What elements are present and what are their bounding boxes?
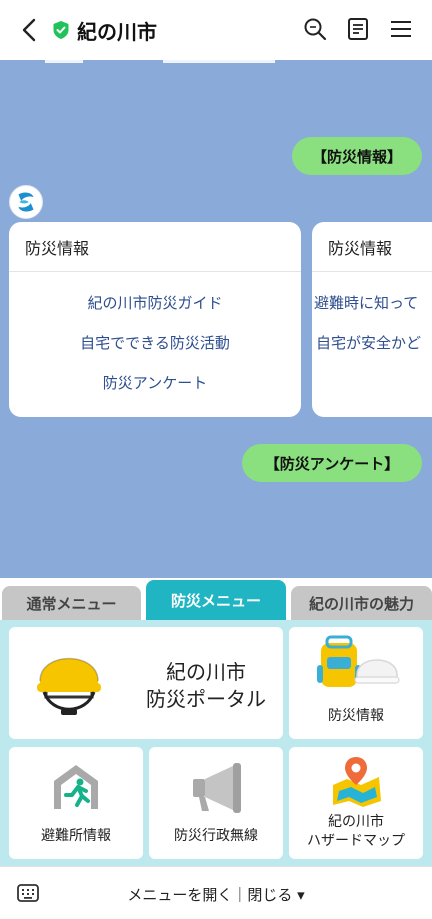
rich-menu-tabs: 通常メニュー 防災メニュー 紀の川市の魅力	[0, 578, 432, 620]
flex-message-card: 防災情報 紀の川市防災ガイド 自宅でできる防災活動 防災アンケート	[9, 222, 301, 417]
hazard-map-label-line2: ハザードマップ	[307, 833, 405, 849]
chat-highlight	[163, 60, 275, 63]
menu-toggle-button[interactable]: メニューを開く｜閉じる ▾	[0, 884, 432, 905]
bottom-bar: メニューを開く｜閉じる ▾	[0, 866, 432, 919]
message-bubble[interactable]: 【防災アンケート】	[242, 444, 422, 482]
megaphone-icon	[193, 763, 241, 813]
portal-title-line2: 防災ポータル	[146, 687, 266, 711]
hazard-map-icon	[333, 757, 381, 807]
tab-disaster-menu[interactable]: 防災メニュー	[146, 580, 286, 620]
back-arrow-icon[interactable]	[18, 16, 42, 44]
portal-title-line1: 紀の川市	[166, 660, 246, 684]
header-bar: 紀の川市	[0, 0, 432, 60]
shelter-info-label: 避難所情報	[41, 828, 111, 844]
flex-message-card: 防災情報 避難時に知って 自宅が安全かど	[312, 222, 432, 417]
card-title: 防災情報	[9, 222, 301, 272]
chat-area[interactable]: 【防災情報】 防災情報 紀の川市防災ガイド 自宅でできる防災活動 防災アンケート…	[0, 60, 432, 578]
disaster-portal-button[interactable]: 紀の川市 防災ポータル	[9, 627, 283, 739]
shelter-info-button[interactable]: 避難所情報	[9, 747, 143, 859]
emergency-kit-icon	[317, 635, 400, 687]
card-title: 防災情報	[312, 222, 432, 272]
rich-menu-panel: 紀の川市 防災ポータル 防災情報 避難所情報 防災行政無線 紀の川市 ハザードマ…	[0, 620, 432, 866]
disaster-info-button[interactable]: 防災情報	[289, 627, 423, 739]
chat-title: 紀の川市	[77, 20, 157, 44]
message-bubble[interactable]: 【防災情報】	[292, 137, 422, 175]
tab-normal-menu[interactable]: 通常メニュー	[2, 586, 141, 620]
search-icon[interactable]	[302, 16, 328, 42]
notes-icon[interactable]	[345, 16, 371, 42]
disaster-info-label: 防災情報	[328, 708, 384, 724]
verified-shield-icon	[53, 21, 69, 39]
card-link[interactable]: 避難時に知って	[312, 282, 432, 322]
hazard-map-button[interactable]: 紀の川市 ハザードマップ	[289, 747, 423, 859]
card-link[interactable]: 防災アンケート	[9, 362, 301, 402]
chat-highlight	[45, 60, 83, 63]
evacuation-shelter-icon	[54, 765, 98, 809]
city-logo-icon	[18, 192, 34, 212]
disaster-radio-label: 防災行政無線	[174, 828, 258, 844]
hazard-map-label-line1: 紀の川市	[328, 814, 384, 830]
hamburger-menu-icon[interactable]	[388, 16, 414, 42]
official-account-avatar[interactable]	[9, 185, 43, 219]
card-link[interactable]: 自宅が安全かど	[312, 322, 432, 362]
card-link[interactable]: 紀の川市防災ガイド	[9, 282, 301, 322]
disaster-radio-button[interactable]: 防災行政無線	[149, 747, 283, 859]
tab-city-charm[interactable]: 紀の川市の魅力	[291, 586, 432, 620]
card-link[interactable]: 自宅でできる防災活動	[9, 322, 301, 362]
